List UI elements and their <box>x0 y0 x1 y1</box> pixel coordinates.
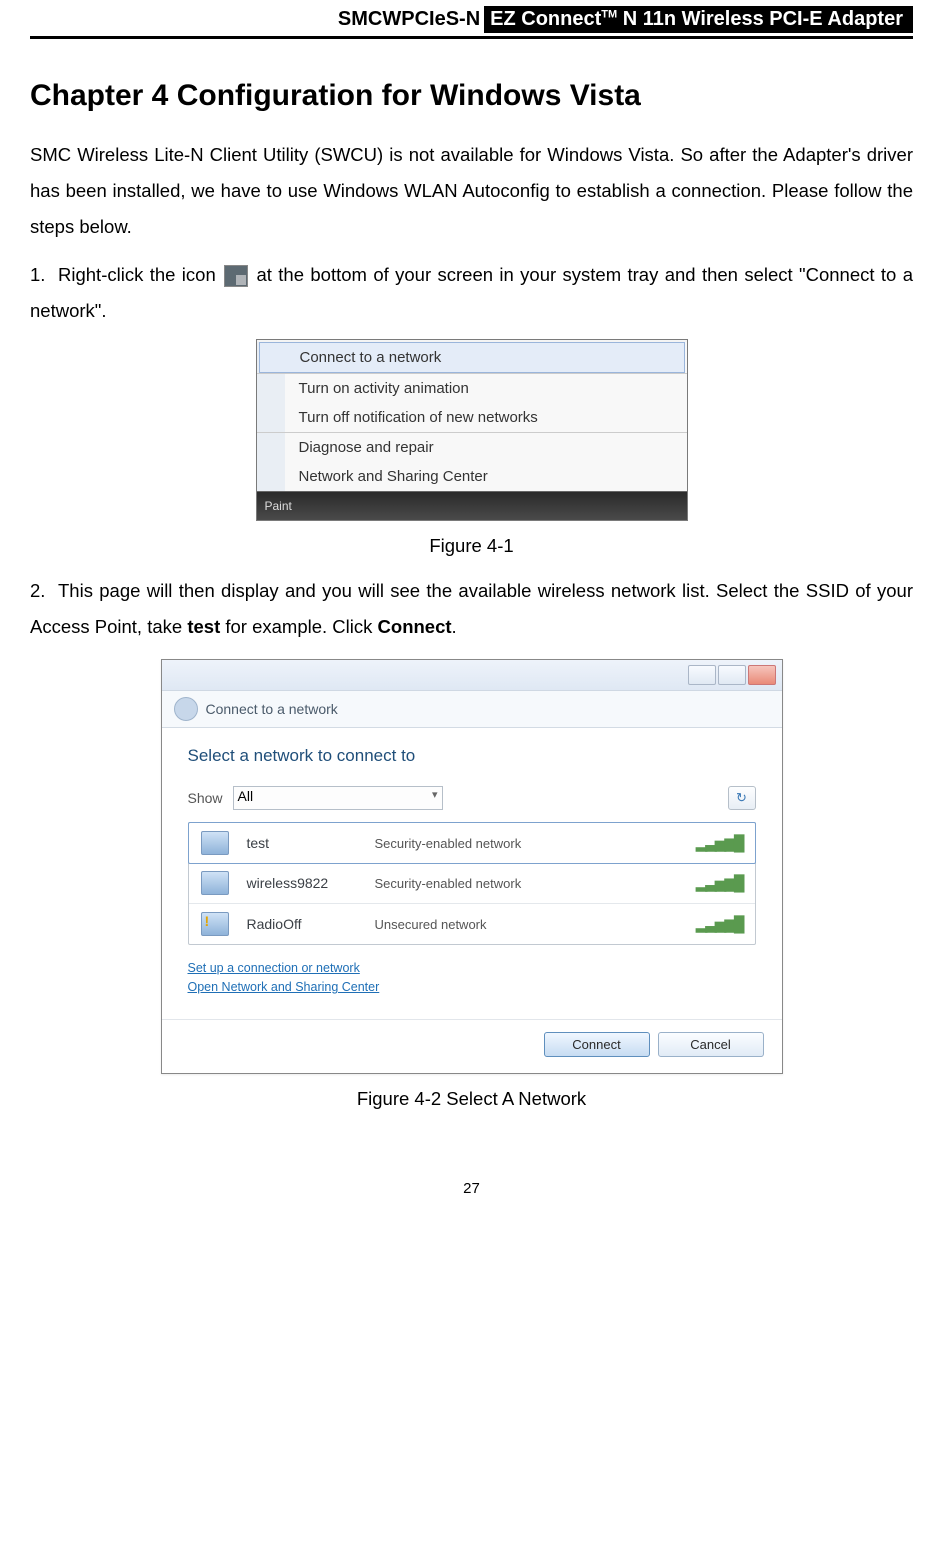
close-button[interactable] <box>748 665 776 685</box>
tray-network-icon <box>224 265 248 287</box>
refresh-button[interactable]: ↻ <box>728 786 756 810</box>
chapter-intro: SMC Wireless Lite-N Client Utility (SWCU… <box>30 137 913 245</box>
header-model: SMCWPCIeS-N <box>338 8 484 31</box>
network-item-radiooff[interactable]: RadioOff Unsecured network ▂▃▅▆█ <box>189 904 755 944</box>
network-item-test[interactable]: test Security-enabled network ▂▃▅▆█ <box>188 822 756 864</box>
step-1: 1.Right-click the icon at the bottom of … <box>30 257 913 329</box>
signal-icon: ▂▃▅▆█ <box>696 834 743 852</box>
network-list: test Security-enabled network ▂▃▅▆█ wire… <box>188 822 756 945</box>
menu-item-notification[interactable]: Turn off notification of new networks <box>285 403 687 432</box>
network-security: Security-enabled network <box>375 876 678 891</box>
link-sharing-center[interactable]: Open Network and Sharing Center <box>188 978 756 997</box>
menu-item-connect[interactable]: Connect to a network <box>259 342 685 373</box>
link-setup-connection[interactable]: Set up a connection or network <box>188 959 756 978</box>
connect-button[interactable]: Connect <box>544 1032 650 1057</box>
breadcrumb-bar: Connect to a network <box>162 691 782 728</box>
step-2: 2.This page will then display and you wi… <box>30 573 913 645</box>
menu-item-diagnose[interactable]: Diagnose and repair <box>285 433 687 462</box>
figure-4-1: Connect to a network Turn on activity an… <box>256 339 688 521</box>
network-ssid: wireless9822 <box>247 875 357 891</box>
network-icon <box>201 912 229 936</box>
show-dropdown[interactable]: All <box>233 786 443 810</box>
page-header: SMCWPCIeS-N EZ ConnectTM N 11n Wireless … <box>30 0 913 39</box>
signal-icon: ▂▃▅▆█ <box>696 874 743 892</box>
network-item-wireless9822[interactable]: wireless9822 Security-enabled network ▂▃… <box>189 863 755 904</box>
figure-4-2-caption: Figure 4-2 Select A Network <box>30 1088 913 1110</box>
maximize-button[interactable] <box>718 665 746 685</box>
context-menu: Connect to a network Turn on activity an… <box>257 342 687 491</box>
network-security: Security-enabled network <box>375 836 678 851</box>
cancel-button[interactable]: Cancel <box>658 1032 764 1057</box>
taskbar: Paint <box>257 491 687 520</box>
breadcrumb-text: Connect to a network <box>206 701 338 717</box>
header-product: EZ ConnectTM N 11n Wireless PCI-E Adapte… <box>484 6 913 33</box>
network-icon <box>201 831 229 855</box>
figure-4-1-caption: Figure 4-1 <box>30 535 913 557</box>
menu-item-sharing-center[interactable]: Network and Sharing Center <box>285 462 687 491</box>
network-ssid: RadioOff <box>247 916 357 932</box>
menu-item-animation[interactable]: Turn on activity animation <box>285 374 687 403</box>
show-label: Show <box>188 790 223 806</box>
signal-icon: ▂▃▅▆█ <box>696 915 743 933</box>
chapter-title: Chapter 4 Configuration for Windows Vist… <box>30 79 913 113</box>
taskbar-app: Paint <box>265 499 292 513</box>
network-icon <box>201 871 229 895</box>
figure-4-2-window: Connect to a network Select a network to… <box>161 659 783 1074</box>
page-number: 27 <box>30 1180 913 1197</box>
dialog-heading: Select a network to connect to <box>188 746 756 766</box>
back-button[interactable] <box>174 697 198 721</box>
network-security: Unsecured network <box>375 917 678 932</box>
network-ssid: test <box>247 835 357 851</box>
footer-links: Set up a connection or network Open Netw… <box>188 959 756 997</box>
window-titlebar <box>162 660 782 691</box>
minimize-button[interactable] <box>688 665 716 685</box>
